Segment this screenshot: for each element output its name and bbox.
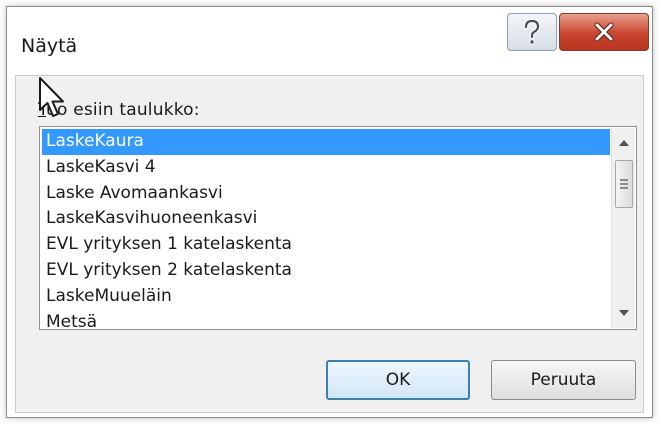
list-item[interactable]: LaskeKasvihuoneenkasvi (42, 206, 610, 232)
help-button[interactable] (507, 13, 557, 51)
list-item[interactable]: Laske Avomaankasvi (42, 181, 610, 207)
question-mark-icon (523, 19, 541, 45)
arrow-up-icon (619, 140, 629, 146)
close-x-icon (594, 22, 614, 42)
cancel-button[interactable]: Peruuta (491, 360, 636, 400)
list-item[interactable]: LaskeMuueläin (42, 284, 610, 310)
table-listbox[interactable]: LaskeKaura LaskeKasvi 4 Laske Avomaankas… (39, 126, 637, 332)
ok-button[interactable]: OK (326, 360, 470, 400)
list-items: LaskeKaura LaskeKasvi 4 Laske Avomaankas… (42, 129, 610, 335)
scroll-up-button[interactable] (612, 132, 636, 154)
scroll-thumb[interactable] (615, 160, 633, 208)
list-item[interactable]: Metsä (42, 310, 610, 336)
arrow-down-icon (619, 310, 629, 316)
mouse-pointer-icon (39, 77, 64, 117)
close-button[interactable] (559, 13, 649, 51)
grip-icon (620, 179, 628, 189)
list-item[interactable]: EVL yrityksen 2 katelaskenta (42, 258, 610, 284)
scroll-down-button[interactable] (612, 302, 636, 324)
dialog-body: Tuo esiin taulukko: LaskeKaura LaskeKasv… (15, 75, 644, 413)
label-text: uo esiin taulukko: (46, 100, 200, 120)
show-dialog: Näytä Tuo esiin taulukko: LaskeKaura Las… (6, 6, 653, 418)
vertical-scrollbar[interactable] (611, 128, 635, 328)
list-item[interactable]: LaskeKasvi 4 (42, 155, 610, 181)
list-item[interactable]: LaskeKaura (42, 129, 610, 155)
list-item[interactable]: EVL yrityksen 1 katelaskenta (42, 232, 610, 258)
title-bar[interactable]: Näytä (7, 7, 652, 75)
dialog-title: Näytä (21, 35, 78, 57)
